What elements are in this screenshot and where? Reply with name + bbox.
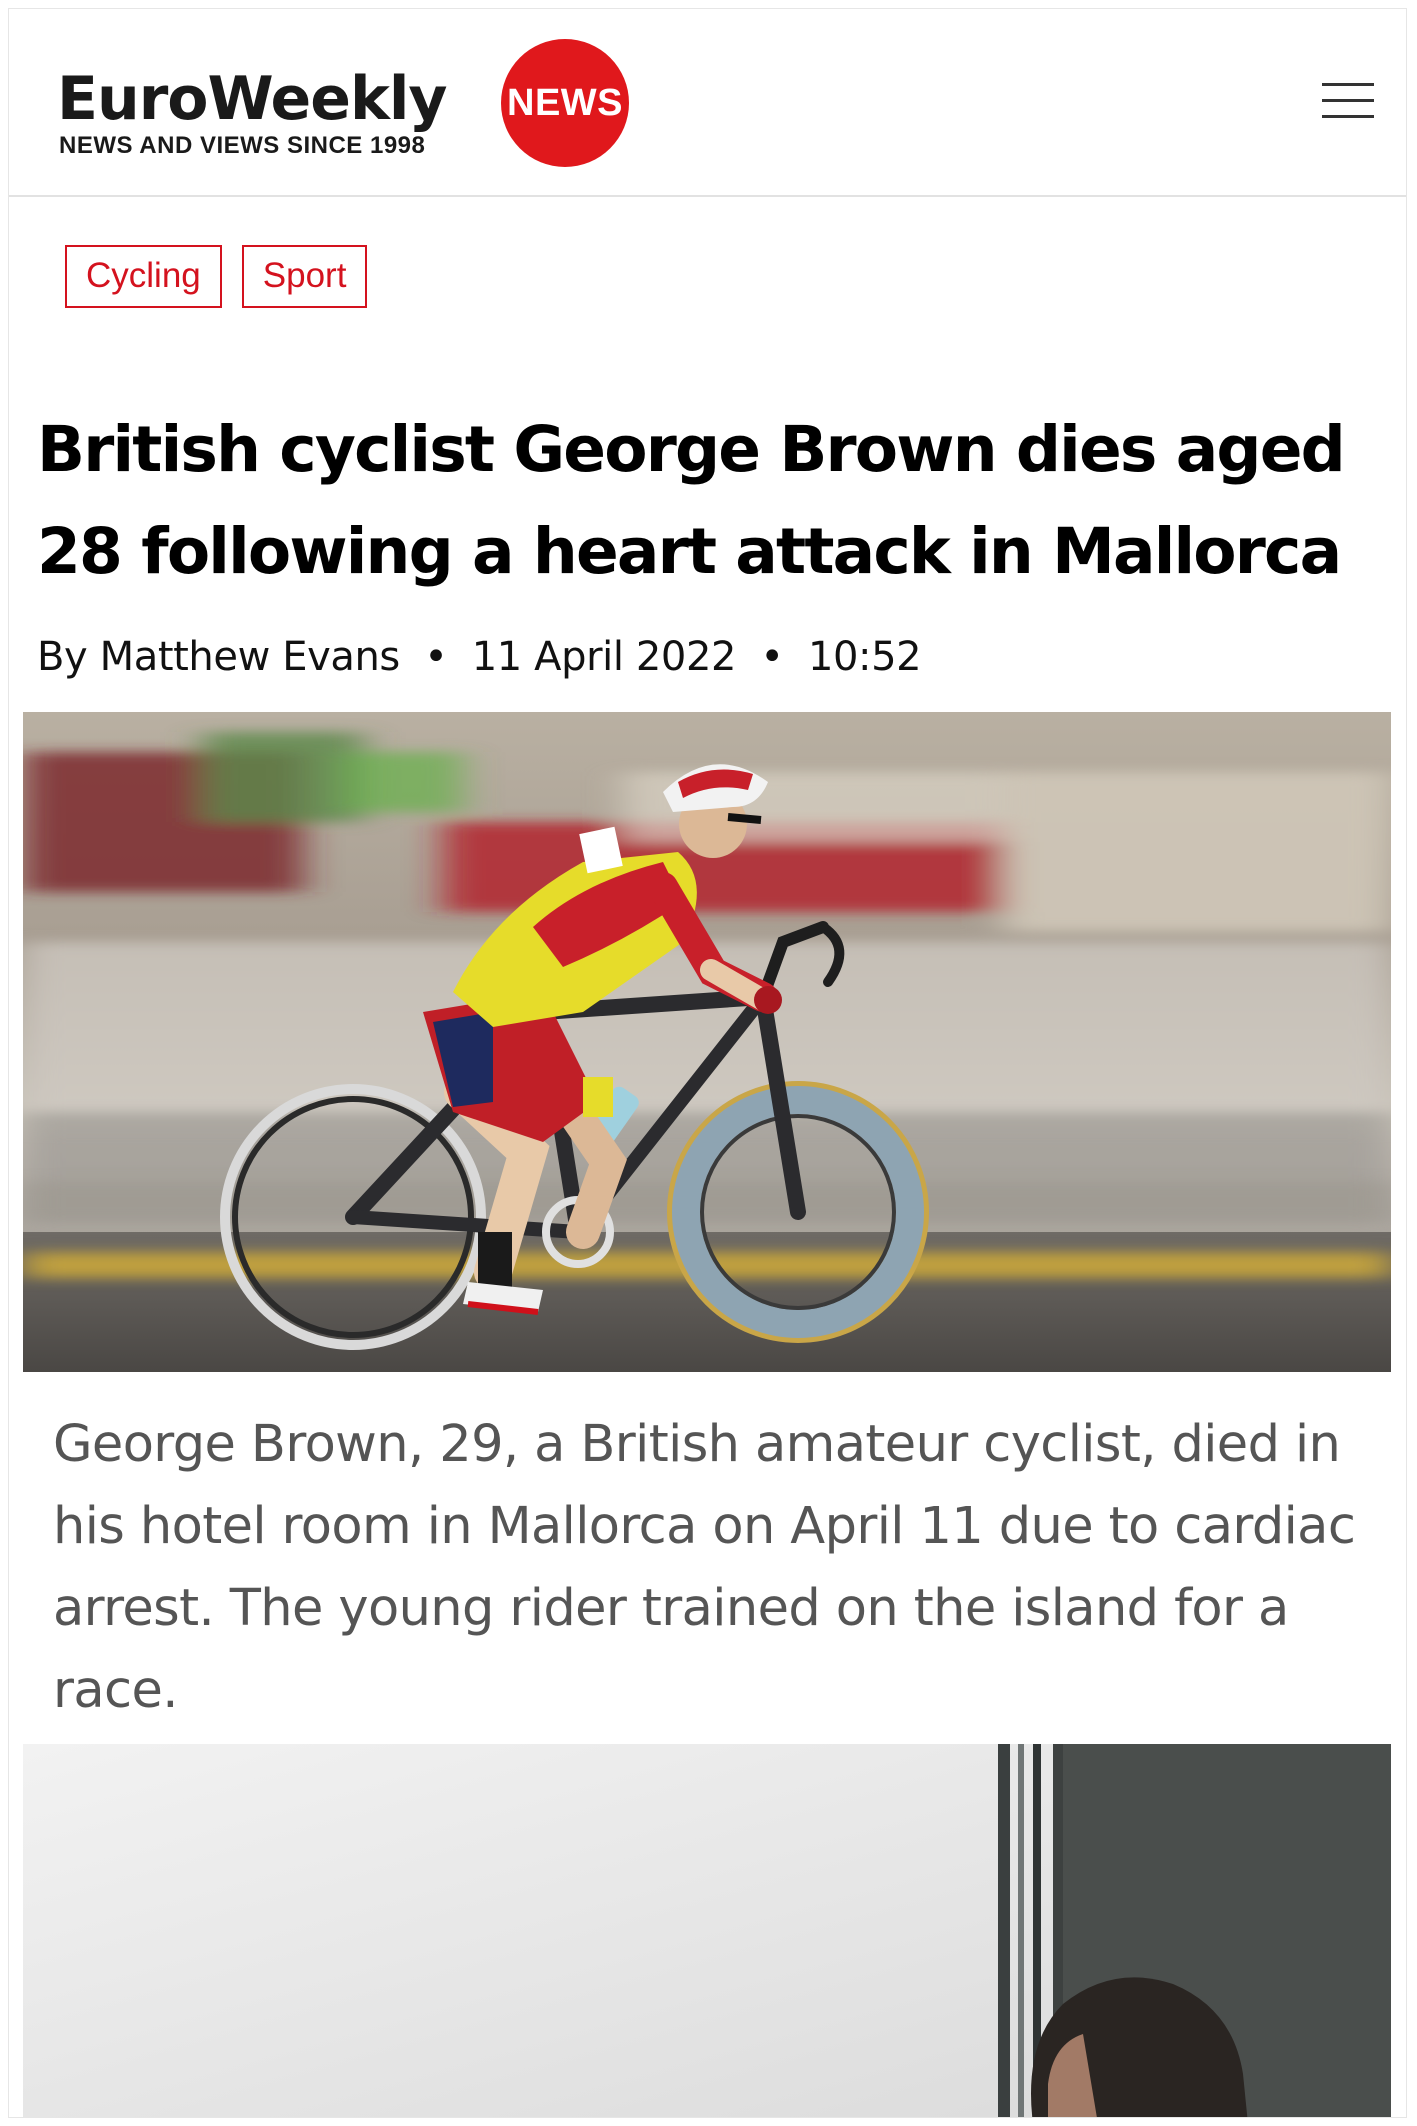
menu-line bbox=[1322, 115, 1374, 118]
tag-sport[interactable]: Sport bbox=[241, 245, 368, 308]
logo-news-badge: NEWS bbox=[501, 39, 629, 167]
hamburger-menu-icon[interactable] bbox=[1322, 79, 1374, 123]
page-frame: EuroWeekly NEWS AND VIEWS SINCE 1998 NEW… bbox=[8, 8, 1407, 2118]
logo-wordmark: EuroWeekly bbox=[57, 64, 448, 134]
article-headline: British cyclist George Brown dies aged 2… bbox=[37, 413, 1346, 588]
publish-date: 11 April 2022 bbox=[471, 634, 737, 680]
menu-line bbox=[1322, 99, 1374, 102]
hero-image-cyclist bbox=[23, 712, 1391, 1372]
byline-separator: • bbox=[760, 634, 784, 680]
byline-separator: • bbox=[424, 634, 448, 680]
category-tags: Cycling Sport bbox=[65, 245, 368, 308]
menu-line bbox=[1322, 83, 1374, 86]
article-byline: By Matthew Evans • 11 April 2022 • 10:52 bbox=[37, 634, 922, 680]
tag-cycling[interactable]: Cycling bbox=[65, 245, 222, 308]
site-header: EuroWeekly NEWS AND VIEWS SINCE 1998 NEW… bbox=[9, 9, 1406, 197]
article-lede: George Brown, 29, a British amateur cycl… bbox=[53, 1415, 1356, 1720]
site-logo[interactable]: EuroWeekly NEWS AND VIEWS SINCE 1998 NEW… bbox=[49, 29, 629, 169]
article-image-hotel-window bbox=[23, 1744, 1391, 2117]
logo-tagline: NEWS AND VIEWS SINCE 1998 bbox=[59, 132, 426, 159]
author-link[interactable]: By Matthew Evans bbox=[37, 634, 400, 680]
publish-time: 10:52 bbox=[807, 634, 922, 680]
